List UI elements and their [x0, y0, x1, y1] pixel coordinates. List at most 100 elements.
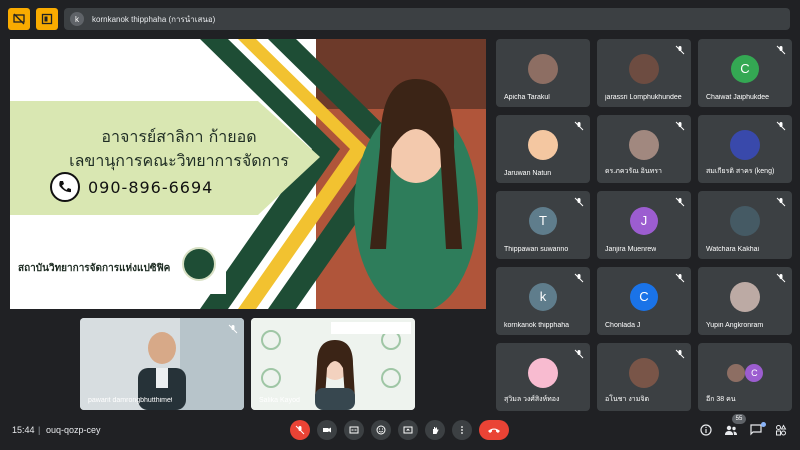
- mic-off-icon: [776, 121, 786, 131]
- mic-off-icon: [675, 273, 685, 283]
- participant-tile[interactable]: Yupin Angkronram: [698, 267, 792, 335]
- participant-name: Apicha Tarakul: [504, 94, 550, 101]
- participant-photo: [629, 357, 659, 388]
- participant-photo: [629, 53, 659, 84]
- present-button[interactable]: [398, 420, 418, 440]
- chat-icon: [750, 424, 762, 436]
- participant-avatar: C: [745, 363, 764, 382]
- mic-off-icon: [574, 197, 584, 207]
- participant-tile[interactable]: J Janjira Muenrew: [597, 191, 691, 259]
- participant-name: Yupin Angkronram: [706, 322, 764, 329]
- video-tile-pawarit[interactable]: pawarit damrongbhutthimeta: [80, 318, 244, 410]
- participant-photo: [629, 129, 659, 160]
- presenter-label: kornkanok thipphaha (การนำเสนอ): [92, 14, 216, 24]
- participant-avatar: C: [630, 282, 658, 311]
- slide-title-line: เลขานุการคณะวิทยาการจัดการ: [69, 151, 289, 170]
- camera-button[interactable]: [317, 420, 337, 440]
- presentation-slide: อาจารย์สาลิกา ก้ายอด เลขานุการคณะวิทยากา…: [10, 39, 486, 309]
- participant-name: kornkanok thipphaha: [504, 322, 569, 329]
- mic-off-icon: [675, 349, 685, 359]
- phone-icon: [50, 172, 80, 202]
- people-icon: [725, 425, 737, 435]
- participant-photo: [528, 129, 558, 160]
- mic-off-icon: [675, 45, 685, 55]
- bottom-bar: 15:44 | ouq-qozp-cey: [0, 414, 800, 450]
- participant-tile[interactable]: C อีก 38 คน: [698, 343, 792, 411]
- more-vert-icon: [461, 426, 463, 434]
- activities-button[interactable]: [772, 421, 790, 439]
- meeting-code: ouq-qozp-cey: [46, 425, 101, 435]
- participant-tile[interactable]: C Chonlada J: [597, 267, 691, 335]
- participant-name: Chonlada J: [605, 322, 641, 329]
- hang-up-icon: [488, 428, 500, 433]
- participant-count-badge: 55: [732, 414, 746, 424]
- participant-avatar: C: [731, 54, 759, 83]
- participant-photo: [726, 363, 745, 382]
- participant-name: Janjira Muenrew: [605, 246, 657, 253]
- emoji-icon: [376, 425, 386, 435]
- slide-phone-row: 090-896-6694: [50, 172, 213, 202]
- participant-tile[interactable]: C Chaiwat Jaiphukdee: [698, 39, 792, 107]
- participant-tile[interactable]: Jaruwan Natun: [496, 115, 590, 183]
- tile-name-salika: Salika Kayod: [259, 397, 300, 404]
- activities-icon: [776, 424, 787, 436]
- raise-hand-icon: [433, 427, 439, 434]
- hide-presentation-icon[interactable]: [8, 8, 30, 30]
- participant-photo: [730, 129, 760, 160]
- mic-off-icon: [574, 349, 584, 359]
- participant-photo: [528, 357, 558, 388]
- participant-avatar: J: [630, 206, 658, 235]
- chat-unread-dot: [761, 422, 766, 427]
- participant-name: Thippawan suwanno: [504, 246, 569, 253]
- mic-off-icon: [776, 45, 786, 55]
- participant-tile[interactable]: T Thippawan suwanno: [496, 191, 590, 259]
- reactions-button[interactable]: [371, 420, 391, 440]
- participant-photo: [730, 281, 760, 312]
- captions-button[interactable]: [344, 420, 364, 440]
- meeting-details-button[interactable]: [697, 421, 715, 439]
- video-tile-salika[interactable]: Salika Kayod: [251, 318, 415, 410]
- participant-tile[interactable]: jarassri Lomphukhundee: [597, 39, 691, 107]
- participant-name: jarassri Lomphukhundee: [605, 94, 682, 101]
- participant-name: สมเกียรติ สาคร (keng): [706, 168, 775, 175]
- participant-name: ดร.ภควรัณ อินทรา: [605, 168, 662, 175]
- participant-tile[interactable]: Apicha Tarakul: [496, 39, 590, 107]
- participant-name: Jaruwan Natun: [504, 170, 552, 177]
- participant-name: อีก 38 คน: [706, 396, 736, 403]
- participant-name: Watchara Kakhai: [706, 246, 760, 253]
- raise-hand-button[interactable]: [425, 420, 445, 440]
- mic-off-icon: [574, 273, 584, 283]
- participant-tile[interactable]: อโนชา งามจิต: [597, 343, 691, 411]
- leave-call-button[interactable]: [479, 420, 509, 440]
- mic-off-icon: [776, 197, 786, 207]
- mic-off-button[interactable]: [290, 420, 310, 440]
- participant-photo: [528, 53, 558, 84]
- mic-off-icon: [295, 425, 305, 435]
- participant-tile[interactable]: Watchara Kakhai: [698, 191, 792, 259]
- tile-name-pawarit: pawarit damrongbhutthimeta: [88, 397, 172, 404]
- closed-captions-icon: [349, 426, 359, 434]
- presenter-avatar: k: [70, 12, 84, 26]
- mic-off-icon: [574, 121, 584, 131]
- camera-icon: [323, 427, 331, 433]
- participant-name: อโนชา งามจิต: [605, 396, 649, 403]
- participant-tile[interactable]: k kornkanok thipphaha: [496, 267, 590, 335]
- present-screen-icon: [403, 426, 413, 434]
- top-bar: k kornkanok thipphaha (การนำเสนอ): [0, 0, 800, 36]
- participant-tile[interactable]: ดร.ภควรัณ อินทรา: [597, 115, 691, 183]
- participant-tile[interactable]: สมเกียรติ สาคร (keng): [698, 115, 792, 183]
- mic-off-icon: [675, 121, 685, 131]
- mic-off-icon: [776, 273, 786, 283]
- participant-name: Chaiwat Jaiphukdee: [706, 94, 770, 101]
- mic-off-icon: [228, 324, 238, 334]
- mic-off-icon: [675, 197, 685, 207]
- participant-avatar: k: [529, 282, 557, 311]
- participant-tile[interactable]: สุวิมล วงศ์สิงห์ทอง: [496, 343, 590, 411]
- time-separator: |: [38, 425, 41, 435]
- participant-photo: [730, 205, 760, 236]
- more-options-button[interactable]: [452, 420, 472, 440]
- layout-pin-icon[interactable]: [36, 8, 58, 30]
- meeting-time: 15:44: [12, 425, 35, 435]
- slide-name-line: อาจารย์สาลิกา ก้ายอด: [101, 127, 257, 146]
- participant-name: สุวิมล วงศ์สิงห์ทอง: [504, 396, 560, 403]
